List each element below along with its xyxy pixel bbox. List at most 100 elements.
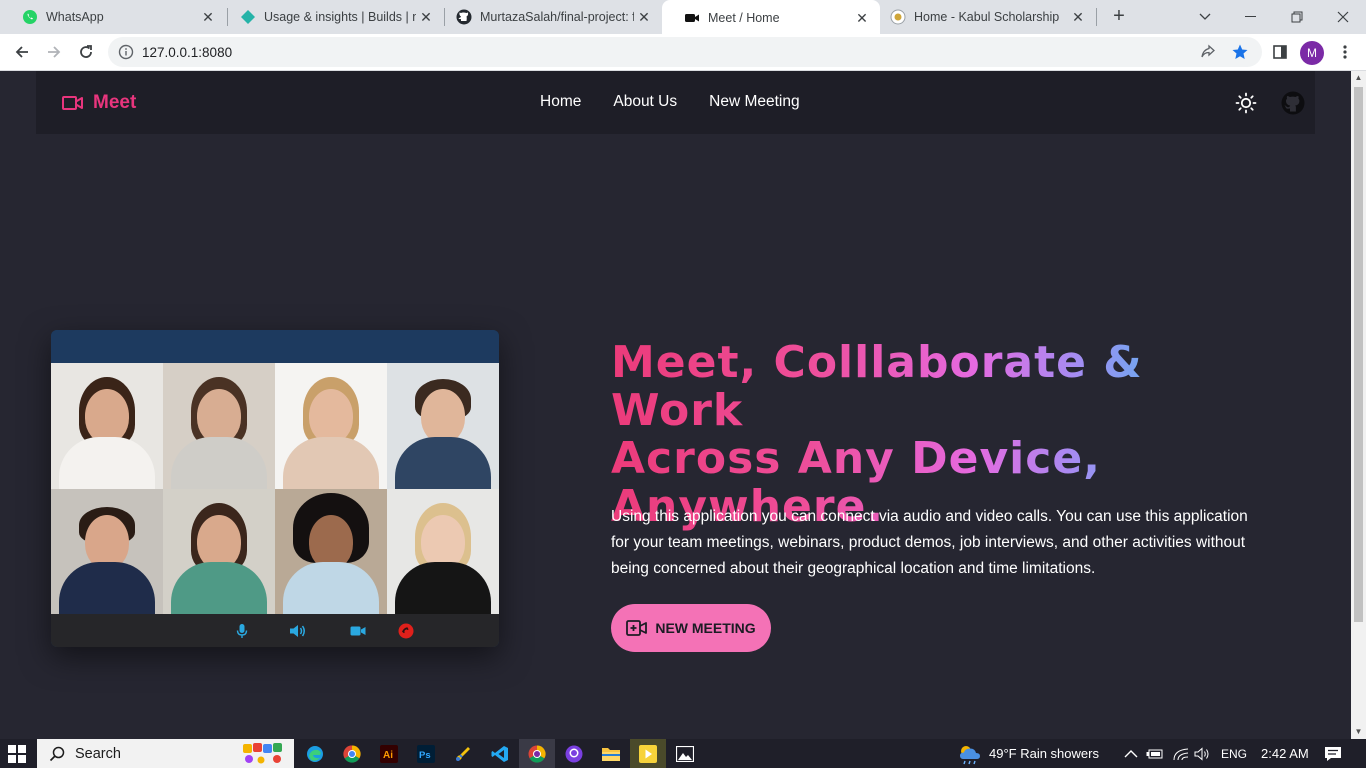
taskbar-edge-icon[interactable] xyxy=(297,739,333,768)
taskbar-photoshop-icon[interactable]: Ps xyxy=(408,739,444,768)
browser-tab-strip: WhatsApp ✕ Usage & insights | Builds | m… xyxy=(0,0,1366,36)
svg-text:Ai: Ai xyxy=(383,750,393,761)
main-nav: Home About Us New Meeting xyxy=(540,93,800,111)
close-tab-icon[interactable]: ✕ xyxy=(634,7,654,27)
rain-cloud-icon xyxy=(960,745,980,764)
nav-link-about-us[interactable]: About Us xyxy=(613,93,677,111)
forward-button[interactable] xyxy=(41,39,67,65)
netlify-icon xyxy=(240,9,256,25)
share-icon[interactable] xyxy=(1198,42,1218,62)
close-tab-icon[interactable]: ✕ xyxy=(416,7,436,27)
participant-tile xyxy=(51,489,163,614)
scroll-down-arrow-icon[interactable]: ▼ xyxy=(1351,725,1366,739)
weather-text: 49°F Rain showers xyxy=(989,746,1099,761)
reload-button[interactable] xyxy=(73,39,99,65)
call-window-titlebar xyxy=(51,330,499,363)
taskbar-file-explorer-icon[interactable] xyxy=(593,739,629,768)
taskbar-paint-brush-icon[interactable] xyxy=(445,739,481,768)
bookmark-star-icon[interactable] xyxy=(1230,42,1250,62)
microphone-icon xyxy=(233,622,251,640)
taskbar-illustrator-icon[interactable]: Ai xyxy=(371,739,407,768)
nav-link-home[interactable]: Home xyxy=(540,93,581,111)
site-info-icon[interactable] xyxy=(118,44,134,60)
site-logo[interactable]: Meet xyxy=(62,92,136,114)
page-viewport: Meet Home About Us New Meeting Meet, Col… xyxy=(0,71,1366,739)
profile-avatar[interactable]: M xyxy=(1300,41,1324,65)
logo-text: Meet xyxy=(93,92,137,113)
taskbar-chrome-icon[interactable] xyxy=(334,739,370,768)
participant-tile xyxy=(387,489,499,614)
close-tab-icon[interactable]: ✕ xyxy=(198,7,218,27)
participant-tile xyxy=(387,363,499,489)
scrollbar-thumb[interactable] xyxy=(1354,87,1363,622)
side-panel-icon[interactable] xyxy=(1270,42,1290,62)
github-icon[interactable] xyxy=(1281,91,1305,115)
address-bar[interactable]: 127.0.0.1:8080 xyxy=(108,37,1262,67)
taskbar-clock[interactable]: 2:42 AM xyxy=(1261,739,1309,768)
participant-grid xyxy=(51,363,499,614)
participant-tile xyxy=(163,489,275,614)
chrome-menu-icon[interactable] xyxy=(1335,42,1355,62)
back-button[interactable] xyxy=(9,39,35,65)
hero-heading-line-2: Across Any Device, xyxy=(611,433,1101,484)
taskbar-search-box[interactable]: Search xyxy=(37,739,294,768)
participant-tile xyxy=(51,363,163,489)
tab-kabul-scholarship[interactable]: Home - Kabul Scholarship ✕ xyxy=(880,0,1096,34)
close-window-button[interactable] xyxy=(1320,0,1366,34)
theme-toggle-sun-icon[interactable] xyxy=(1234,91,1258,115)
close-tab-icon[interactable]: ✕ xyxy=(852,8,872,28)
page-scrollbar[interactable]: ▲ ▼ xyxy=(1351,71,1366,739)
taskbar-photos-icon[interactable] xyxy=(667,739,703,768)
meet-video-icon xyxy=(684,10,700,26)
tab-github[interactable]: MurtazaSalah/final-project: f ✕ xyxy=(434,0,662,34)
taskbar-chrome-active-icon[interactable] xyxy=(519,739,555,768)
input-language[interactable]: ENG xyxy=(1221,739,1247,768)
new-meeting-button-label: NEW MEETING xyxy=(655,620,756,636)
hero-heading-line-1: Meet, Colllaborate & Work xyxy=(611,337,1143,436)
windows-start-icon[interactable] xyxy=(8,745,26,763)
scroll-up-arrow-icon[interactable]: ▲ xyxy=(1351,71,1366,85)
search-highlight-doodle-icon xyxy=(243,743,282,764)
taskbar-media-player-icon[interactable] xyxy=(630,739,666,768)
video-plus-icon xyxy=(626,620,648,636)
github-icon xyxy=(456,9,472,25)
nav-link-new-meeting[interactable]: New Meeting xyxy=(709,93,799,111)
close-tab-icon[interactable]: ✕ xyxy=(1068,7,1088,27)
participant-tile xyxy=(275,363,387,489)
call-controls-bar xyxy=(51,614,499,647)
notifications-icon[interactable] xyxy=(1324,739,1342,768)
search-icon xyxy=(49,746,65,762)
hero-heading: Meet, Colllaborate & Work Across Any Dev… xyxy=(611,339,1271,531)
scholarship-icon xyxy=(890,9,906,25)
browser-toolbar: 127.0.0.1:8080 M xyxy=(0,34,1366,71)
wifi-icon[interactable] xyxy=(1172,739,1190,768)
volume-icon[interactable] xyxy=(1194,739,1212,768)
taskbar-vscode-icon[interactable] xyxy=(482,739,518,768)
site-navbar: Meet Home About Us New Meeting xyxy=(36,71,1315,134)
tab-whatsapp[interactable]: WhatsApp ✕ xyxy=(0,0,226,34)
hero-description: Using this application you can connect v… xyxy=(611,508,1248,577)
windows-taskbar: Search Ai Ps 49°F Rain showers ENG 2:42 … xyxy=(0,739,1366,768)
minimize-button[interactable] xyxy=(1228,0,1274,34)
camera-icon xyxy=(349,622,367,640)
taskbar-github-desktop-icon[interactable] xyxy=(556,739,592,768)
svg-text:Ps: Ps xyxy=(419,750,431,761)
tab-netlify[interactable]: Usage & insights | Builds | m ✕ xyxy=(218,0,444,34)
restore-button[interactable] xyxy=(1274,0,1320,34)
participant-tile xyxy=(275,489,387,614)
show-hidden-icons-chevron-icon[interactable] xyxy=(1124,739,1138,768)
new-tab-button[interactable]: + xyxy=(1108,5,1130,27)
participant-tile xyxy=(163,363,275,489)
tab-meet-home[interactable]: Meet / Home ✕ xyxy=(662,0,880,36)
speaker-icon xyxy=(289,622,307,640)
video-call-illustration xyxy=(51,330,499,647)
tab-search-icon[interactable] xyxy=(1182,0,1228,34)
url-text[interactable]: 127.0.0.1:8080 xyxy=(142,45,232,60)
video-camera-icon xyxy=(62,96,83,110)
whatsapp-icon xyxy=(22,9,38,25)
battery-icon[interactable] xyxy=(1146,739,1164,768)
new-meeting-button[interactable]: NEW MEETING xyxy=(611,604,771,652)
weather-widget[interactable]: 49°F Rain showers xyxy=(957,739,1099,768)
tab-divider xyxy=(1096,8,1097,26)
end-call-icon xyxy=(397,622,415,640)
